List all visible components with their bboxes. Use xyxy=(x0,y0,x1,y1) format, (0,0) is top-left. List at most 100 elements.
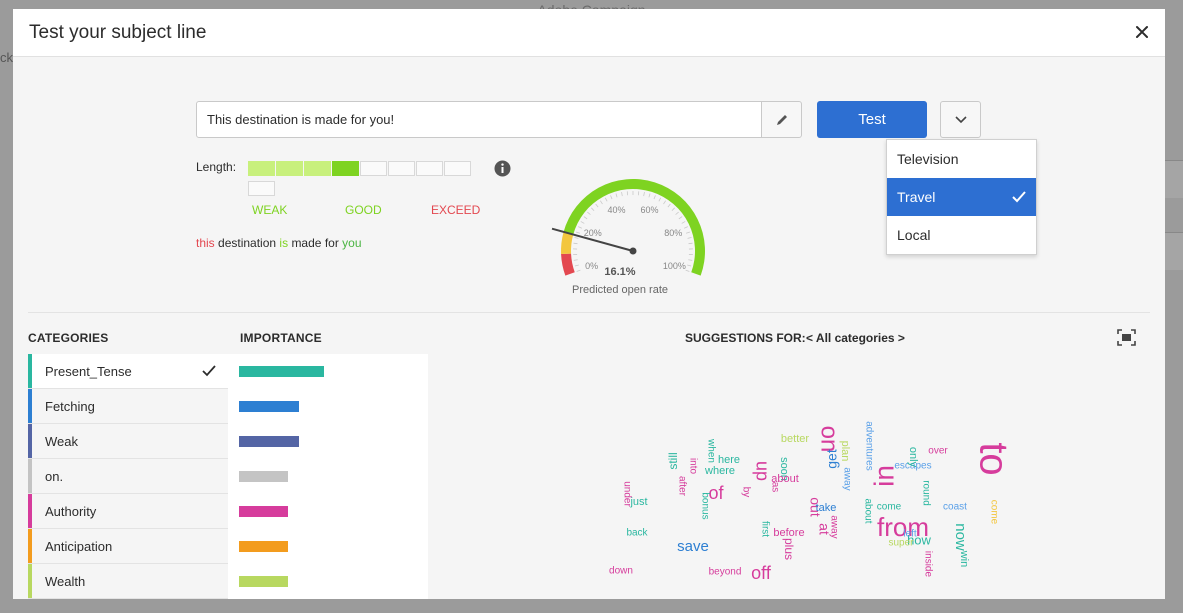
category-color-marker xyxy=(28,354,32,388)
preview-word: made xyxy=(291,236,322,250)
preview-word: destination xyxy=(218,236,277,250)
suggestion-word[interactable]: first xyxy=(759,521,770,537)
gauge-tick xyxy=(580,221,585,224)
suggestion-word[interactable]: bonus xyxy=(699,492,710,519)
length-meter-segment xyxy=(332,161,359,176)
gauge-tick xyxy=(658,197,662,202)
dropdown-option-television[interactable]: Television xyxy=(887,140,1036,178)
suggestion-word[interactable]: better xyxy=(781,433,809,445)
category-color-marker xyxy=(28,494,32,528)
suggestion-word[interactable]: save xyxy=(677,538,709,555)
suggestion-word[interactable]: coast xyxy=(943,502,967,513)
length-meter-segment xyxy=(360,161,387,176)
suggestion-word[interactable]: plan xyxy=(839,441,851,462)
dialog-header: Test your subject line xyxy=(13,9,1165,57)
gauge-needle-hub xyxy=(629,247,637,255)
suggestion-word[interactable]: back xyxy=(626,528,648,539)
category-item[interactable]: Weak xyxy=(28,424,228,459)
suggestion-word-cloud: tofrominonofupoffnowsavegetoutathowpluss… xyxy=(609,421,1013,583)
close-button[interactable] xyxy=(1131,21,1153,43)
preview-word: this xyxy=(196,236,215,250)
category-item[interactable]: on. xyxy=(28,459,228,494)
subject-line-input[interactable] xyxy=(196,101,762,138)
info-icon[interactable] xyxy=(494,160,511,177)
importance-header: IMPORTANCE xyxy=(240,331,322,345)
subject-line-test-dialog: Test your subject line Test Television T… xyxy=(13,9,1165,599)
background-panel-edge xyxy=(1163,232,1183,270)
suggestion-word[interactable]: get xyxy=(824,449,840,469)
gauge-tick xyxy=(575,231,581,234)
suggestion-word[interactable]: inside xyxy=(922,551,933,578)
dropdown-option-travel[interactable]: Travel xyxy=(887,178,1036,216)
gauge-tick-label: 80% xyxy=(664,228,682,238)
suggestion-word[interactable]: super xyxy=(888,538,914,549)
suggestion-word[interactable]: beyond xyxy=(709,567,742,578)
gauge-tick xyxy=(604,197,608,202)
category-item[interactable]: Authority xyxy=(28,494,228,529)
dropdown-option-label: Local xyxy=(897,227,931,243)
pencil-icon xyxy=(776,114,787,125)
background-side-text: ck xyxy=(0,50,13,65)
suggestion-word[interactable]: only xyxy=(907,447,919,468)
importance-bar xyxy=(239,541,288,552)
gauge-tick-label: 20% xyxy=(584,228,602,238)
suggestion-word[interactable]: into xyxy=(687,458,698,475)
suggestion-word[interactable]: to xyxy=(971,442,1013,475)
suggestion-word[interactable]: adventures xyxy=(863,421,874,470)
gauge-caption: Predicted open rate xyxy=(571,284,668,296)
gauge-tick xyxy=(681,221,686,224)
category-item[interactable]: Wealth xyxy=(28,564,228,599)
suggestion-word[interactable]: win xyxy=(958,550,970,568)
suggestion-word[interactable]: away xyxy=(828,515,839,538)
gauge-tick xyxy=(678,216,683,220)
dropdown-option-local[interactable]: Local xyxy=(887,216,1036,254)
suggestion-word[interactable]: under xyxy=(621,481,632,507)
suggestion-word[interactable]: round xyxy=(920,480,931,506)
category-item[interactable]: Fetching xyxy=(28,389,228,424)
suggestion-word[interactable]: when xyxy=(705,438,716,463)
gauge-tick xyxy=(671,207,675,211)
suggestion-word[interactable]: down xyxy=(609,566,633,577)
suggestion-word[interactable]: after xyxy=(676,476,687,497)
fullscreen-icon[interactable] xyxy=(1117,329,1136,346)
category-item[interactable]: Anticipation xyxy=(28,529,228,564)
gauge-tick xyxy=(573,259,578,261)
suggestion-word[interactable]: come xyxy=(988,500,999,525)
suggestion-word[interactable]: away xyxy=(841,467,852,490)
category-label: Authority xyxy=(45,503,97,519)
suggestion-word[interactable]: about xyxy=(862,498,873,523)
gauge-tick xyxy=(685,231,691,234)
importance-bar xyxy=(239,436,299,447)
edit-subject-button[interactable] xyxy=(761,101,802,138)
suggestions-category-filter[interactable]: < All categories > xyxy=(806,331,905,345)
checkmark-icon xyxy=(202,365,216,377)
importance-bar xyxy=(239,506,288,517)
suggestion-word[interactable]: come xyxy=(877,502,902,513)
category-item[interactable]: Present_Tense xyxy=(28,354,228,389)
gauge-value: 16.1% xyxy=(604,266,636,278)
suggestion-word[interactable]: by xyxy=(740,487,751,498)
gauge-tick xyxy=(675,211,679,215)
category-color-marker xyxy=(28,529,32,563)
suggestion-word[interactable]: on xyxy=(816,426,843,453)
category-color-marker xyxy=(28,424,32,458)
suggestion-word[interactable]: as xyxy=(769,482,780,493)
suggestion-word[interactable]: now xyxy=(952,523,969,551)
importance-panel xyxy=(228,354,428,599)
length-meter-segment xyxy=(444,161,471,176)
category-label: Anticipation xyxy=(45,538,113,554)
importance-bar xyxy=(239,366,324,377)
importance-bar xyxy=(239,401,299,412)
category-dropdown-toggle[interactable] xyxy=(940,101,981,138)
suggestion-word[interactable]: where xyxy=(704,465,735,477)
suggestion-word[interactable]: plus xyxy=(782,538,796,560)
suggestion-word[interactable]: up xyxy=(752,461,772,481)
suggestion-word[interactable]: off xyxy=(751,563,772,583)
suggestion-word[interactable]: still xyxy=(666,452,680,469)
subject-preview: this destination is made for you xyxy=(196,236,362,250)
dialog-title: Test your subject line xyxy=(29,22,207,43)
suggestion-word[interactable]: take xyxy=(816,502,837,514)
suggestion-word[interactable]: over xyxy=(928,446,948,457)
suggestion-word[interactable]: before xyxy=(773,527,804,539)
test-button[interactable]: Test xyxy=(817,101,927,138)
